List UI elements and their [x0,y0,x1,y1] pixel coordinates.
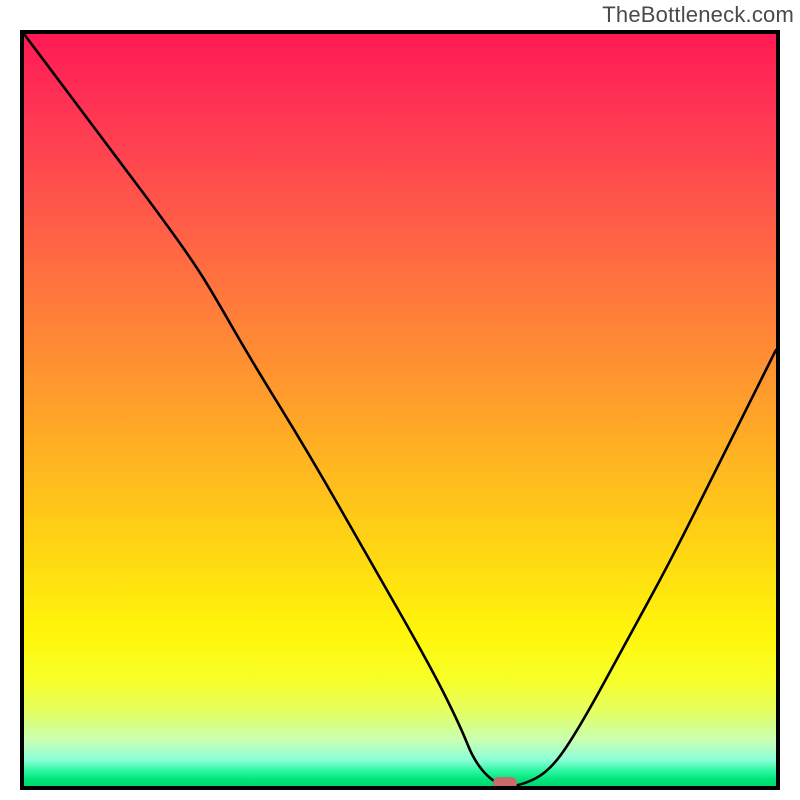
curve-line [24,34,776,786]
selected-point-marker [493,777,517,789]
plot-area [20,30,780,790]
watermark-text: TheBottleneck.com [602,2,794,28]
chart-container: TheBottleneck.com [0,0,800,800]
